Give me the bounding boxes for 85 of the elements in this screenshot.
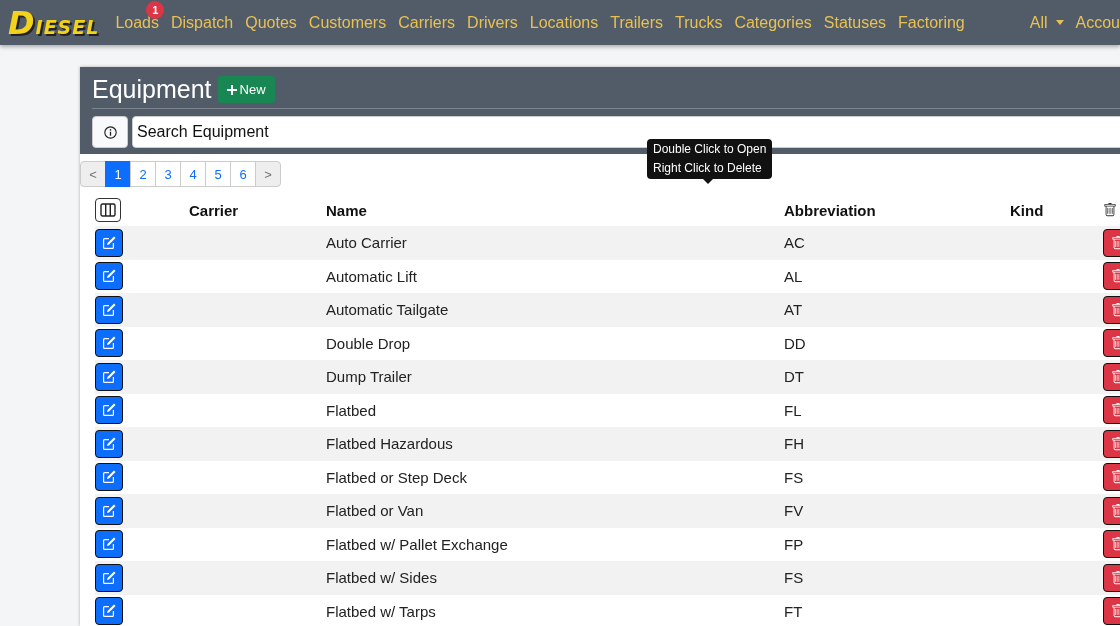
edit-icon: [101, 536, 117, 553]
column-header[interactable]: Carrier: [189, 201, 239, 219]
caret-icon: [1055, 20, 1064, 25]
table-cell: Auto Carrier: [326, 234, 407, 252]
table-cell: FL: [784, 401, 802, 419]
table-cell: AC: [784, 234, 805, 252]
page-button[interactable]: >: [255, 161, 281, 187]
page-button[interactable]: 6: [230, 161, 256, 187]
column-header[interactable]: Kind: [1010, 201, 1044, 219]
table-cell: Flatbed or Step Deck: [326, 468, 467, 486]
edit-icon: [101, 301, 117, 318]
table-cell: FT: [784, 602, 803, 620]
edit-button[interactable]: [95, 429, 123, 458]
edit-button[interactable]: [95, 496, 123, 525]
nav-link[interactable]: Categories: [734, 13, 812, 32]
filter-dropdown[interactable]: All: [1029, 13, 1064, 32]
table-cell: Double Drop: [326, 334, 411, 352]
edit-button[interactable]: [95, 228, 123, 257]
edit-icon: [101, 335, 117, 352]
table-cell: Flatbed w/ Sides: [326, 569, 437, 587]
edit-icon: [101, 402, 117, 419]
edit-icon: [101, 435, 117, 452]
edit-icon: [101, 268, 117, 285]
page-title: Equipment: [92, 75, 212, 104]
nav-link[interactable]: Customers: [308, 13, 387, 32]
info-button[interactable]: [92, 116, 128, 148]
edit-icon: [101, 368, 117, 385]
edit-button[interactable]: [95, 295, 123, 324]
table-cell: Flatbed or Van: [326, 502, 424, 520]
nav-link[interactable]: Accou: [1075, 13, 1120, 32]
nav-link[interactable]: Dispatch: [171, 13, 234, 32]
table-cell: FH: [784, 435, 804, 453]
page-button[interactable]: <: [80, 161, 106, 187]
table-cell: FS: [784, 569, 804, 587]
nav-link[interactable]: Locations: [529, 13, 599, 32]
table-cell: Flatbed Hazardous: [326, 435, 453, 453]
table-cell: Dump Trailer: [326, 368, 412, 386]
column-header[interactable]: Abbreviation: [784, 201, 876, 219]
edit-button[interactable]: [95, 396, 123, 425]
nav-link[interactable]: Drivers: [467, 13, 518, 32]
trash-icon: [1103, 202, 1117, 218]
table-cell: Flatbed: [326, 401, 377, 419]
nav-link[interactable]: Trucks: [675, 13, 723, 32]
edit-icon: [101, 569, 117, 586]
info-icon: [103, 125, 117, 139]
page-button[interactable]: 5: [205, 161, 231, 187]
edit-icon: [101, 603, 117, 620]
table-cell: Flatbed w/ Tarps: [326, 602, 436, 620]
table-cell: Automatic Lift: [326, 267, 417, 285]
table-cell: DT: [784, 368, 804, 386]
edit-button[interactable]: [95, 329, 123, 358]
nav-link[interactable]: Quotes: [245, 13, 297, 32]
edit-button[interactable]: [95, 563, 123, 592]
page-button[interactable]: 4: [180, 161, 206, 187]
table-cell: DD: [784, 334, 806, 352]
edit-icon: [101, 502, 117, 519]
table-cell: AT: [784, 301, 803, 319]
edit-button[interactable]: [95, 262, 123, 291]
table-cell: AL: [784, 267, 803, 285]
edit-button[interactable]: [95, 362, 123, 391]
nav-link[interactable]: Statuses: [823, 13, 887, 32]
table-cell: Automatic Tailgate: [326, 301, 449, 319]
edit-button[interactable]: [95, 597, 123, 626]
edit-button[interactable]: [95, 530, 123, 559]
nav-link[interactable]: Trailers: [610, 13, 663, 32]
columns-icon: [100, 203, 116, 217]
column-header[interactable]: Name: [326, 201, 367, 219]
table-cell: FV: [784, 502, 804, 520]
nav-link[interactable]: Carriers: [398, 13, 456, 32]
edit-button[interactable]: [95, 463, 123, 492]
tooltip-pointer-icon: [703, 179, 713, 184]
page-button[interactable]: 1: [105, 161, 131, 187]
table-cell: Flatbed w/ Pallet Exchange: [326, 535, 508, 553]
page-button[interactable]: 2: [130, 161, 156, 187]
nav-link[interactable]: Factoring: [898, 13, 965, 32]
edit-icon: [101, 469, 117, 486]
table-cell: FP: [784, 535, 804, 553]
tooltip: Double Click to Open Right Click to Delete: [647, 139, 773, 179]
logo[interactable]: DIESEL: [8, 3, 100, 42]
page-button[interactable]: 3: [155, 161, 181, 187]
columns-button[interactable]: [95, 198, 121, 222]
plus-icon: [226, 84, 237, 95]
new-button[interactable]: New: [217, 76, 275, 103]
edit-icon: [101, 234, 117, 251]
table-cell: FS: [784, 468, 804, 486]
